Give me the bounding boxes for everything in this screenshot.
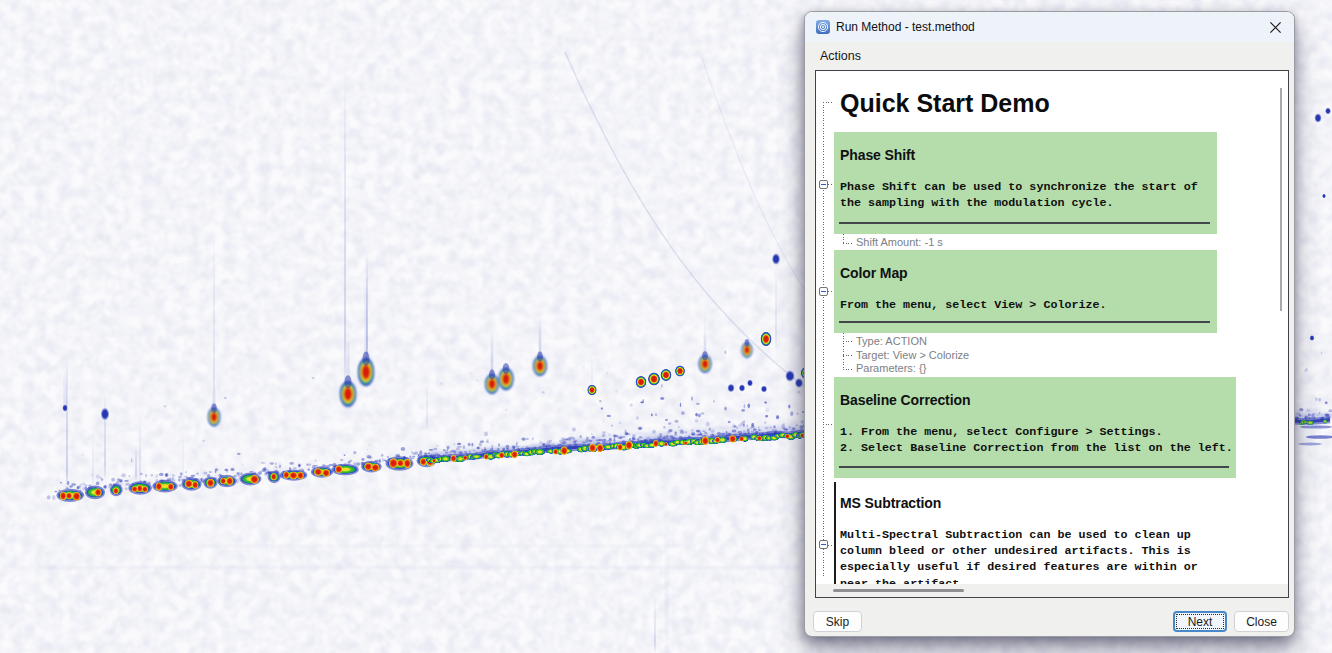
tree-connector-line [843,243,852,244]
step-parameter[interactable]: Target: View > Colorize [856,349,969,362]
step-title: MS Subtraction [840,495,941,511]
close-icon[interactable] [1268,20,1283,35]
step-parameter[interactable]: Shift Amount: -1 s [856,236,943,249]
method-step[interactable]: Baseline Correction 1. From the menu, se… [834,377,1236,478]
tree-connector-line [823,424,832,425]
step-description: 1. From the menu, select Configure > Set… [840,424,1233,456]
tree-connector-line [843,369,852,370]
method-step[interactable]: Phase Shift Phase Shift can be used to s… [834,132,1217,234]
tree-connector-line [823,102,824,576]
step-title: Phase Shift [840,147,915,163]
run-method-dialog: Run Method - test.method Actions Quick S… [804,11,1295,637]
app-icon [816,20,830,34]
tree-connector-line [843,341,852,342]
method-scroll-viewport[interactable]: Quick Start Demo Phase Shift Phase Shift… [816,71,1288,584]
step-description: Multi-Spectral Subtraction can be used t… [840,527,1198,584]
tree-collapse-toggle[interactable] [819,287,828,296]
close-button[interactable]: Close [1234,611,1289,632]
dialog-titlebar[interactable]: Run Method - test.method [805,12,1294,42]
horizontal-scrollbar-thumb[interactable] [833,589,964,592]
method-step[interactable]: MS Subtraction Multi-Spectral Subtractio… [834,482,1274,584]
tree-connector-line [828,545,833,546]
step-description: Phase Shift can be used to synchronize t… [840,179,1198,211]
window-title: Run Method - test.method [836,12,975,42]
skip-button[interactable]: Skip [813,611,862,632]
tree-collapse-toggle[interactable] [819,540,828,549]
vertical-scrollbar-thumb[interactable] [1280,88,1282,311]
step-description: From the menu, select View > Colorize. [840,297,1107,313]
tree-connector-line [843,355,852,356]
dialog-footer: Skip Next Close [805,597,1294,636]
menu-actions[interactable]: Actions [819,47,862,66]
tree-connector-line [823,102,833,103]
horizontal-scrollbar-track[interactable] [816,584,1288,597]
next-button[interactable]: Next [1173,611,1227,632]
tree-connector-line [843,333,844,369]
method-heading: Quick Start Demo [840,89,1050,118]
tree-collapse-toggle[interactable] [819,180,828,189]
tree-connector-line [828,291,833,292]
step-underline [839,222,1210,224]
step-title: Color Map [840,265,908,281]
menu-bar: Actions [805,42,1294,70]
step-parameter[interactable]: Type: ACTION [856,335,927,348]
step-underline [839,321,1210,323]
tree-connector-line [828,184,833,185]
step-title: Baseline Correction [840,392,970,408]
step-underline [839,466,1229,468]
step-parameter[interactable]: Parameters: {} [856,362,926,375]
method-step[interactable]: Color Map From the menu, select View > C… [834,250,1217,333]
tree-connector-line [843,234,844,243]
method-content-panel: Quick Start Demo Phase Shift Phase Shift… [815,70,1289,598]
